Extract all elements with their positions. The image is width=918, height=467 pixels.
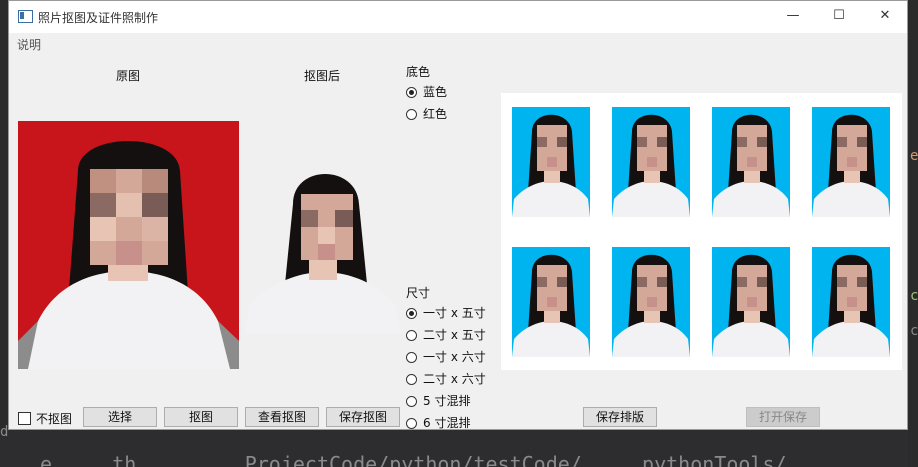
radio-indicator [406,87,417,98]
select-button[interactable]: 选择 [83,407,157,427]
radio-label: 蓝色 [423,85,448,99]
maximize-button[interactable]: ☐ [816,1,862,31]
checkbox-box[interactable] [18,412,31,425]
radio-red[interactable]: 红色 [406,105,447,122]
id-photo-thumbnail [712,247,790,357]
radio-indicator [406,374,417,385]
checkbox-label: 不抠图 [36,412,73,426]
id-photo-thumbnail [712,107,790,217]
save-layout-button[interactable]: 保存排版 [583,407,657,427]
radio-indicator [406,308,417,319]
window-title: 照片抠图及证件照制作 [38,11,159,25]
radio-label: 6 寸混排 [423,416,471,430]
background-edge-char: c [910,288,918,304]
radio-label: 一寸 x 六寸 [423,350,486,364]
cutout-button[interactable]: 抠图 [164,407,238,427]
background-edge-char: e [910,148,918,164]
radio-blue[interactable]: 蓝色 [406,83,447,100]
size-title: 尺寸 [406,286,431,300]
id-photo-thumbnail [812,107,890,217]
radio-label: 红色 [423,107,448,121]
radio-size-2x5[interactable]: 二寸 x 五寸 [406,326,486,343]
app-window: 照片抠图及证件照制作 — ☐ ✕ 说明 原图 抠图后 底色 蓝色 红色 尺寸 一… [8,0,908,430]
radio-size-1x6[interactable]: 一寸 x 六寸 [406,348,486,365]
menu-bar: 说明 [9,33,907,53]
bg-color-title: 底色 [406,65,431,79]
radio-indicator [406,396,417,407]
radio-size-6-mixed[interactable]: 6 寸混排 [406,414,470,431]
original-photo-label: 原图 [116,69,141,83]
radio-label: 5 寸混排 [423,394,471,408]
radio-indicator [406,352,417,363]
save-cutout-button[interactable]: 保存抠图 [326,407,400,427]
background-edge-char: c [910,323,918,339]
background-editor-area: e ... th ... ... ProjectCode/python/test… [0,428,918,467]
menu-item-help[interactable]: 说明 [17,36,41,53]
close-button[interactable]: ✕ [862,1,908,31]
background-code-text: e ... th ... ... ProjectCode/python/test… [40,452,823,467]
layout-preview-sheet [501,93,902,370]
title-bar[interactable]: 照片抠图及证件照制作 — ☐ ✕ [9,1,907,33]
radio-size-5-mixed[interactable]: 5 寸混排 [406,392,470,409]
id-photo-thumbnail [512,107,590,217]
radio-label: 二寸 x 六寸 [423,372,486,386]
radio-label: 一寸 x 五寸 [423,306,486,320]
radio-indicator [406,330,417,341]
open-save-button: 打开保存 [746,407,820,427]
background-editor-edge [908,0,918,467]
cutout-photo-label: 抠图后 [304,69,341,83]
id-photo-thumbnail [612,107,690,217]
radio-size-2x6[interactable]: 二寸 x 六寸 [406,370,486,387]
radio-size-1x5[interactable]: 一寸 x 五寸 [406,304,486,321]
id-photo-thumbnail [812,247,890,357]
id-photo-thumbnail [512,247,590,357]
no-cutout-checkbox[interactable]: 不抠图 [18,410,72,427]
app-icon [18,10,33,23]
cutout-photo [245,164,401,333]
radio-indicator [406,418,417,429]
radio-indicator [406,109,417,120]
id-photo-thumbnail [612,247,690,357]
minimize-button[interactable]: — [770,1,816,31]
original-photo [18,121,239,369]
radio-label: 二寸 x 五寸 [423,328,486,342]
view-cutout-button[interactable]: 查看抠图 [245,407,319,427]
